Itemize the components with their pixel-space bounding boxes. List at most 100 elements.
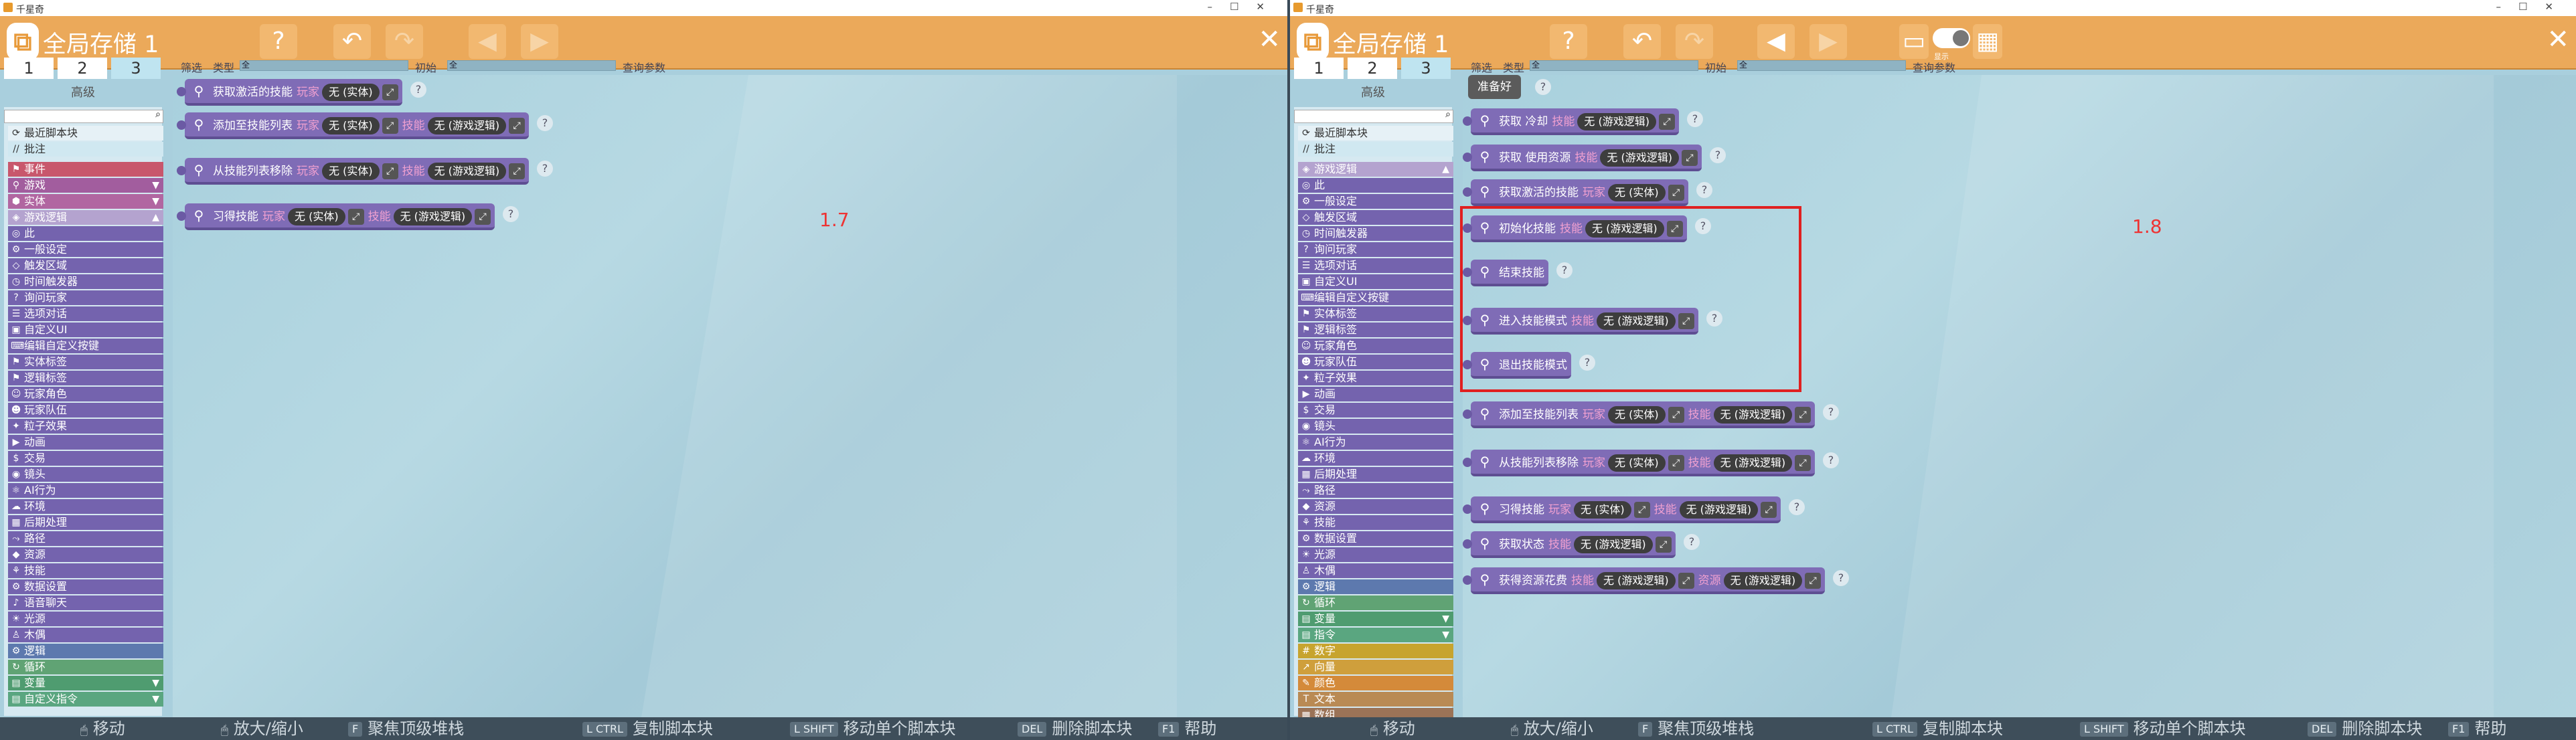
display-toggle[interactable] xyxy=(1933,28,1970,48)
sidebar-item[interactable]: ↗ 向量 xyxy=(1298,660,1453,674)
script-block[interactable]: ⚲ 获取状态 技能无 (游戏逻辑) ⤢ xyxy=(1463,531,1676,558)
sidebar-item[interactable]: ⚙ 数据设置 xyxy=(8,579,163,594)
param-slot[interactable]: 无 (实体) xyxy=(322,84,380,101)
help-icon[interactable]: ? xyxy=(1833,570,1849,586)
help-icon[interactable]: ? xyxy=(1789,499,1805,515)
sidebar-item[interactable]: ⚘ 技能 xyxy=(1298,515,1453,530)
sidebar-item[interactable]: ✦ 粒子效果 xyxy=(8,419,163,434)
help-icon[interactable]: ? xyxy=(1695,218,1711,234)
sidebar-item[interactable]: ◎ 此 xyxy=(1298,178,1453,193)
script-block[interactable]: ⚲ 退出技能模式 xyxy=(1463,352,1571,379)
expand-slot-icon[interactable]: ⤢ xyxy=(1668,185,1684,201)
sidebar-item[interactable]: ☀ 光源 xyxy=(8,612,163,626)
param-slot[interactable]: 无 (游戏逻辑) xyxy=(1713,406,1793,424)
help-icon[interactable]: ? xyxy=(1823,452,1839,468)
sidebar-item[interactable]: ⚛ AI行为 xyxy=(1298,435,1453,450)
palette-search-input[interactable]: ⌕ xyxy=(1294,109,1453,123)
sidebar-item[interactable]: ◎ 此 xyxy=(8,226,163,241)
type-dropdown[interactable]: 全 xyxy=(240,60,408,71)
palette-search-input[interactable]: ⌕ xyxy=(4,109,163,123)
script-block[interactable]: ⚲ 结束技能 xyxy=(1463,260,1548,286)
param-slot[interactable]: 无 (实体) xyxy=(1574,501,1631,519)
tab-1[interactable]: 1 xyxy=(1294,58,1344,79)
script-block[interactable]: ⚲ 获取 冷却 技能无 (游戏逻辑) ⤢ xyxy=(1463,108,1679,135)
help-icon[interactable]: ? xyxy=(260,24,297,59)
expand-slot-icon[interactable]: ⤢ xyxy=(1795,455,1812,471)
help-icon[interactable]: ? xyxy=(537,115,553,131)
sidebar-item[interactable]: T 文本 xyxy=(1298,692,1453,707)
param-slot[interactable]: 无 (游戏逻辑) xyxy=(1713,454,1793,472)
sidebar-item[interactable]: ⚙ 数据设置 xyxy=(1298,531,1453,546)
sidebar-item[interactable]: ▣ 自定义UI xyxy=(8,322,163,337)
script-block[interactable]: ⚲ 获取激活的技能 玩家无 (实体) ⤢ xyxy=(177,79,402,106)
param-slot[interactable]: 无 (实体) xyxy=(322,117,380,134)
sidebar-item[interactable]: ♪ 语音聊天 xyxy=(8,595,163,610)
help-icon[interactable]: ? xyxy=(537,161,553,177)
expand-slot-icon[interactable]: ⤢ xyxy=(1668,407,1684,423)
script-block[interactable]: ⚲ 习得技能 玩家无 (实体) ⤢ 技能无 (游戏逻辑) ⤢ xyxy=(1463,496,1781,523)
expand-arrow-icon[interactable]: ▼ xyxy=(1442,628,1449,642)
expand-slot-icon[interactable]: ⤢ xyxy=(382,84,398,100)
expand-arrow-icon[interactable]: ▲ xyxy=(152,210,159,225)
param-slot[interactable]: 无 (游戏逻辑) xyxy=(1585,220,1664,238)
param-slot[interactable]: 无 (游戏逻辑) xyxy=(1600,149,1679,167)
script-block[interactable]: ⚲ 从技能列表移除 玩家无 (实体) ⤢ 技能无 (游戏逻辑) ⤢ xyxy=(177,158,530,185)
sidebar-item[interactable]: ◆ 资源 xyxy=(1298,499,1453,514)
sidebar-item[interactable]: ☁ 环境 xyxy=(1298,451,1453,466)
sidebar-item[interactable]: ▤ 变量 ▼ xyxy=(8,676,163,690)
sidebar-item[interactable]: ⟳ 最近脚本块 xyxy=(1298,126,1453,141)
sidebar-item[interactable]: ⤳ 路径 xyxy=(8,531,163,546)
sidebar-item[interactable]: ◉ 镜头 xyxy=(1298,419,1453,434)
param-slot[interactable]: 无 (游戏逻辑) xyxy=(1597,572,1676,589)
expand-slot-icon[interactable]: ⤢ xyxy=(1668,455,1684,471)
expand-slot-icon[interactable]: ⤢ xyxy=(1795,407,1812,423)
monitor-icon[interactable]: ▭ xyxy=(1899,24,1929,59)
sidebar-item[interactable]: ☁ 环境 xyxy=(8,499,163,514)
sidebar-item[interactable]: ☀ 光源 xyxy=(1298,547,1453,562)
sidebar-item[interactable]: ▦ 后期处理 xyxy=(1298,467,1453,482)
help-icon[interactable]: ? xyxy=(410,82,426,98)
sidebar-item[interactable]: ⚲ 游戏 ▼ xyxy=(8,178,163,193)
expand-slot-icon[interactable]: ⤢ xyxy=(509,118,526,134)
sidebar-item[interactable]: ⬢ 实体 ▼ xyxy=(8,194,163,209)
sidebar-item[interactable]: ⚑ 逻辑标签 xyxy=(1298,322,1453,337)
undo-icon[interactable]: ↶ xyxy=(1623,24,1661,59)
expand-slot-icon[interactable]: ⤢ xyxy=(1666,221,1683,237)
param-slot[interactable]: 无 (游戏逻辑) xyxy=(1723,572,1803,589)
script-block[interactable]: ⚲ 从技能列表移除 玩家无 (实体) ⤢ 技能无 (游戏逻辑) ⤢ xyxy=(1463,450,1816,476)
redo-icon[interactable]: ↷ xyxy=(386,24,423,59)
sidebar-item[interactable]: $ 交易 xyxy=(8,451,163,466)
close-icon[interactable]: ✕ xyxy=(2547,24,2569,55)
sidebar-item[interactable]: ✎ 颜色 xyxy=(1298,676,1453,690)
sidebar-item[interactable]: ☻ 玩家队伍 xyxy=(8,403,163,418)
sidebar-item[interactable]: ◷ 时间触发器 xyxy=(8,274,163,289)
grid-icon[interactable]: ▦ xyxy=(1973,24,2002,59)
help-icon[interactable]: ? xyxy=(503,206,519,222)
script-block[interactable]: ⚲ 习得技能 玩家无 (实体) ⤢ 技能无 (游戏逻辑) ⤢ xyxy=(177,203,495,230)
expand-arrow-icon[interactable]: ▼ xyxy=(152,692,159,707)
help-icon[interactable]: ? xyxy=(1535,79,1551,95)
sidebar-item[interactable]: ◷ 时间触发器 xyxy=(1298,226,1453,241)
script-block[interactable]: ⚲ 获取激活的技能 玩家无 (实体) ⤢ xyxy=(1463,179,1688,206)
next-icon[interactable]: ▶ xyxy=(1809,24,1847,59)
param-slot[interactable]: 无 (游戏逻辑) xyxy=(1679,501,1759,519)
sidebar-item[interactable]: ♙ 木偶 xyxy=(8,628,163,642)
sidebar-item[interactable]: ▦ 后期处理 xyxy=(8,515,163,530)
sidebar-item[interactable]: ⚙ 一般设定 xyxy=(8,242,163,257)
expand-arrow-icon[interactable]: ▼ xyxy=(152,676,159,690)
sidebar-item[interactable]: $ 交易 xyxy=(1298,403,1453,418)
param-slot[interactable]: 无 (实体) xyxy=(1608,184,1666,201)
script-block[interactable]: ⚲ 添加至技能列表 玩家无 (实体) ⤢ 技能无 (游戏逻辑) ⤢ xyxy=(1463,401,1816,428)
sidebar-item[interactable]: ▣ 自定义UI xyxy=(1298,274,1453,289)
help-icon[interactable]: ? xyxy=(1687,111,1703,127)
expand-slot-icon[interactable]: ⤢ xyxy=(1681,150,1698,166)
sidebar-item[interactable]: ⤳ 路径 xyxy=(1298,483,1453,498)
tab-1[interactable]: 1 xyxy=(4,58,54,79)
prev-icon[interactable]: ◀ xyxy=(469,24,506,59)
param-slot[interactable]: 无 (实体) xyxy=(1608,406,1666,424)
sidebar-item[interactable]: ☰ 选项对话 xyxy=(8,306,163,321)
expand-slot-icon[interactable]: ⤢ xyxy=(1761,502,1777,518)
help-icon[interactable]: ? xyxy=(1706,310,1722,327)
window-controls[interactable]: –☐✕ xyxy=(2496,1,2571,13)
sidebar-item[interactable]: ⌨ 编辑自定义按键 xyxy=(8,339,163,353)
